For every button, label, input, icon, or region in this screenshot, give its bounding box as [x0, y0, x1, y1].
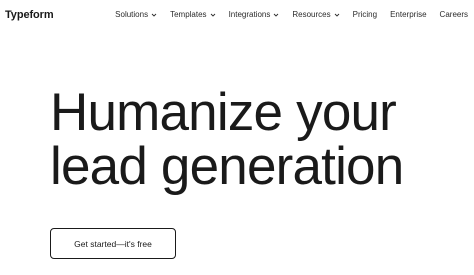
chevron-down-icon [273, 12, 279, 18]
nav-item-templates[interactable]: Templates [170, 10, 215, 19]
nav-label-resources: Resources [292, 10, 331, 19]
nav-label-careers: Careers [439, 10, 468, 19]
nav-label-solutions: Solutions [115, 10, 149, 19]
nav-item-pricing[interactable]: Pricing [353, 10, 377, 19]
top-navigation-bar: Typeform Solutions Templates Integration… [0, 0, 474, 30]
get-started-button[interactable]: Get started—it's free [50, 228, 176, 259]
nav-item-solutions[interactable]: Solutions [115, 10, 157, 19]
nav-item-integrations[interactable]: Integrations [229, 10, 280, 19]
hero-heading: Humanize your lead generation [50, 83, 404, 196]
hero-heading-line-1: Humanize your [50, 83, 397, 142]
nav-item-resources[interactable]: Resources [292, 10, 339, 19]
nav-item-enterprise[interactable]: Enterprise [390, 10, 426, 19]
chevron-down-icon [210, 12, 216, 18]
page: Typeform Solutions Templates Integration… [0, 0, 474, 275]
chevron-down-icon [334, 12, 340, 18]
main-nav: Solutions Templates Integrations Resourc… [115, 10, 468, 19]
chevron-down-icon [151, 12, 157, 18]
typeform-logo[interactable]: Typeform [5, 9, 54, 21]
nav-label-enterprise: Enterprise [390, 10, 427, 19]
nav-label-pricing: Pricing [352, 10, 378, 19]
nav-label-integrations: Integrations [228, 10, 271, 19]
nav-item-careers[interactable]: Careers [440, 10, 468, 19]
hero-heading-line-2: lead generation [50, 137, 404, 196]
nav-label-templates: Templates [170, 10, 207, 19]
